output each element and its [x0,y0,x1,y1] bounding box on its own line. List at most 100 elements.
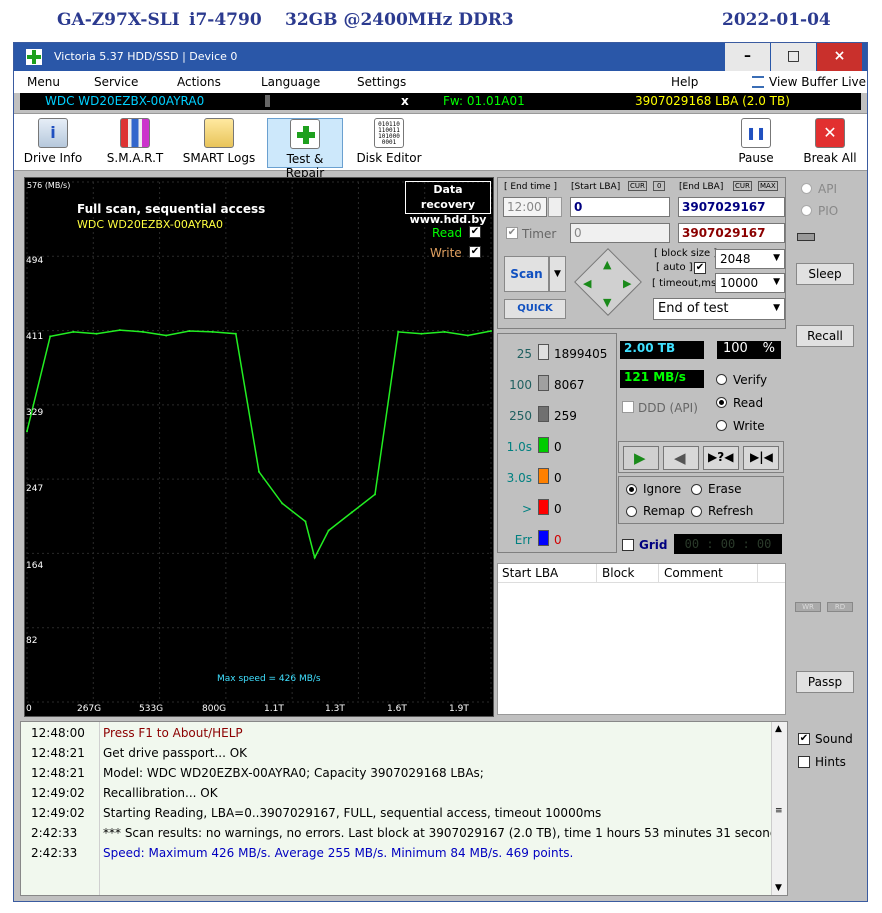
end-max-button[interactable]: MAX [758,181,778,191]
end-cur-button[interactable]: CUR [733,181,752,191]
stat-color-box[interactable] [538,406,549,422]
read-toggle-checkbox[interactable]: ✔ [469,226,481,238]
end-lba-input[interactable] [678,197,785,217]
write-radio[interactable] [716,420,727,431]
verify-radio[interactable] [716,374,727,385]
timer-input[interactable] [570,223,670,243]
timeout-select[interactable]: 10000 ▼ [715,273,785,293]
butterfly-button[interactable]: ▶|◀ [743,446,779,470]
block-size-label: [ block size ] [654,248,718,259]
recall-button[interactable]: Recall [796,325,854,347]
hints-checkbox[interactable] [798,756,810,768]
rd-indicator: RD [827,602,853,612]
smart-logs-button[interactable]: SMART Logs [182,118,256,165]
col-start-lba[interactable]: Start LBA [502,566,558,580]
end-time-input[interactable] [503,197,547,217]
log-time: 2:42:33 [31,826,78,840]
block-size-select[interactable]: 2048 ▼ [715,249,785,269]
stat-color-box[interactable] [538,375,549,391]
ignore-radio[interactable] [626,484,637,495]
stat-color-box[interactable] [538,344,549,360]
minimize-button[interactable]: – [725,43,770,71]
test-repair-button[interactable]: Test & Repair [267,118,343,180]
grid-timer: 00 : 00 : 00 [674,534,782,554]
col-block[interactable]: Block [602,566,634,580]
ddd-checkbox[interactable] [622,401,634,413]
y-tick-411: 411 [26,332,44,342]
end-time-spinner[interactable] [548,197,562,217]
scan-button[interactable]: Scan [504,256,549,292]
read-radio[interactable] [716,397,727,408]
end-time-label: [ End time ] [504,182,558,192]
stat-value: 1899405 [554,347,608,361]
scroll-thumb-icon[interactable]: ≡ [775,806,783,816]
erase-radio[interactable] [691,484,702,495]
log-message: Model: WDC WD20EZBX-00AYRA0; Capacity 39… [103,766,484,780]
log-scrollbar[interactable]: ▲ ≡ ▼ [771,722,787,895]
dpad-right-icon[interactable]: ▶ [623,277,631,290]
stat-color-box[interactable] [538,530,549,546]
view-buffer-live[interactable]: View Buffer Live [769,75,866,89]
drive-lba: 3907029168 LBA (2.0 TB) [635,94,790,108]
play-forward-button[interactable]: ▶ [623,446,659,470]
y-tick-494: 494 [26,256,44,266]
end-lba-input-2[interactable] [678,223,785,243]
event-log[interactable]: 12:48:00 Press F1 to About/HELP 12:48:21 Ge… [20,721,788,896]
title-bar[interactable]: Victoria 5.37 HDD/SSD | Device 0 – □ × [14,43,867,71]
write-toggle-checkbox[interactable]: ✔ [469,246,481,258]
menu-item-language[interactable]: Language [261,75,320,89]
auto-checkbox[interactable]: ✔ [694,262,706,274]
defects-table[interactable]: Start LBA Block Comment [497,563,786,715]
remap-radio[interactable] [626,506,637,517]
dpad-down-icon[interactable]: ▼ [603,296,611,309]
log-message: Speed: Maximum 426 MB/s. Average 255 MB/… [103,846,574,860]
read-series-point [420,332,423,335]
menu-item-help[interactable]: Help [671,75,698,89]
menu-item-settings[interactable]: Settings [357,75,406,89]
read-series-point [443,330,446,333]
quick-button[interactable]: QUICK [504,299,566,319]
grid-checkbox[interactable] [622,539,634,551]
log-message: Recallibration... OK [103,786,218,800]
play-backward-button[interactable]: ◀ [663,446,699,470]
random-seek-button[interactable]: ▶?◀ [703,446,739,470]
menu-item-actions[interactable]: Actions [177,75,221,89]
drive-bar[interactable]: WDC WD20EZBX-00AYRA0 x Fw: 01.01A01 3907… [20,93,861,110]
drive-info-button[interactable]: i Drive Info [22,118,84,165]
first-aid-icon [290,119,320,149]
stats-legend: 25 1899405 100 8067 250 259 1.0s 0 3.0s 0 >0 Err 0 [497,333,617,553]
disk-editor-button[interactable]: 010110 110011 101000 0001 Disk Editor [356,118,422,165]
close-button[interactable]: × [817,43,862,71]
scroll-up-icon[interactable]: ▲ [775,724,782,734]
pio-radio[interactable] [801,205,812,216]
col-comment[interactable]: Comment [664,566,723,580]
sound-checkbox[interactable]: ✔ [798,733,810,745]
toolbar: i Drive Info S.M.A.R.T SMART Logs Test &… [14,113,867,180]
pause-button[interactable]: ❚❚ Pause [731,118,781,165]
stat-color-box[interactable] [538,499,549,515]
stat-value: 0 [554,440,562,454]
stat-color-box[interactable] [538,468,549,484]
menu-item-service[interactable]: Service [94,75,138,89]
stat-label: 250 [509,409,532,423]
dpad-up-icon[interactable]: ▲ [603,258,611,271]
scan-dropdown-button[interactable]: ▼ [549,256,566,292]
timer-checkbox[interactable]: ✔ [506,227,518,239]
read-series-point [118,329,121,332]
dpad-left-icon[interactable]: ◀ [583,277,591,290]
x-tick-800g: 800G [202,704,227,714]
scroll-down-icon[interactable]: ▼ [775,883,782,893]
break-all-button[interactable]: ✕ Break All [802,118,858,165]
menu-item-menu[interactable]: Menu [27,75,60,89]
end-of-test-select[interactable]: End of test ▼ [653,298,785,320]
start-cur-button[interactable]: CUR [628,181,647,191]
start-zero-button[interactable]: 0 [653,181,666,191]
api-radio[interactable] [801,183,812,194]
start-lba-input[interactable] [570,197,670,217]
passp-button[interactable]: Passp [796,671,854,693]
smart-button[interactable]: S.M.A.R.T [100,118,170,165]
stat-color-box[interactable] [538,437,549,453]
refresh-radio[interactable] [691,506,702,517]
maximize-button[interactable]: □ [771,43,816,71]
sleep-button[interactable]: Sleep [796,263,854,285]
